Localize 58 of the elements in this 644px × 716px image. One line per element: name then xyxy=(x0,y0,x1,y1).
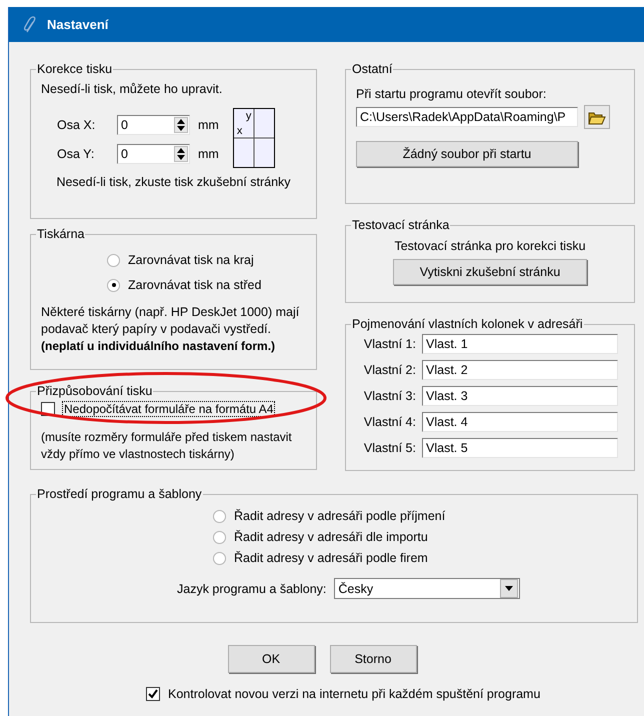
group-title: Prostředí programu a šablony xyxy=(36,487,203,501)
open-folder-icon xyxy=(588,110,606,124)
spinner-arrows-icon[interactable] xyxy=(174,117,188,133)
group-title: Testovací stránka xyxy=(351,218,450,232)
language-select[interactable]: Česky xyxy=(334,578,520,599)
column-name-field[interactable]: Vlast. 2 xyxy=(422,360,618,380)
group-title: Ostatní xyxy=(351,62,394,76)
language-label: Jazyk programu a šablony: xyxy=(177,582,326,596)
print-test-button[interactable]: Vytiskni zkušební stránku xyxy=(393,259,587,285)
column-name-field[interactable]: Vlast. 4 xyxy=(422,412,618,432)
checkbox-label: Nedopočítávat formuláře na formátu A4 xyxy=(63,402,274,416)
radio-label: Řadit adresy v adresáři dle importu xyxy=(234,530,428,544)
radio-label: Řadit adresy v adresáři podle příjmení xyxy=(234,509,446,523)
unit-label: mm xyxy=(198,147,219,161)
column-name-field[interactable]: Vlast. 5 xyxy=(422,438,618,458)
printer-note: Některé tiskárny (např. HP DeskJet 1000) mají podavač který papíry v podavači vystředí. xyxy=(41,304,300,338)
radio-button[interactable] xyxy=(213,530,226,544)
axis-label: Osa Y: xyxy=(57,147,96,161)
spin-field[interactable]: 0 xyxy=(117,144,190,164)
column-label: Vlastní 4: xyxy=(362,415,416,429)
column-name-field[interactable]: Vlast. 1 xyxy=(422,334,618,354)
group-title: Pojmenování vlastních kolonek v adresáři xyxy=(351,317,584,331)
printer-note-bold: (neplatí u individuálního nastavení form.) xyxy=(41,338,276,355)
radio-button[interactable] xyxy=(213,552,226,564)
column-label: Vlastní 3: xyxy=(362,389,416,403)
column-label: Vlastní 2: xyxy=(362,363,416,377)
dialog-button[interactable]: OK xyxy=(228,645,314,673)
fitting-note: (musíte rozměry formuláře před tiskem nastavit vždy přímo ve vlastnostech tiskárny) xyxy=(41,429,293,463)
hint-text: Nesedí-li tisk, zkuste tisk zkušební stránky xyxy=(55,174,292,191)
column-name-field[interactable]: Vlast. 3 xyxy=(422,386,618,406)
dialog-button[interactable]: Storno xyxy=(330,645,416,673)
folder-button[interactable] xyxy=(584,105,610,129)
group-title: Přizpůsobování tisku xyxy=(36,384,154,398)
file-path-field[interactable]: C:\Users\Radek\AppData\Roaming\P xyxy=(356,107,578,127)
field-label: Při startu programu otevřít soubor: xyxy=(356,86,548,103)
radio-button[interactable] xyxy=(107,278,120,292)
window-title: Nastavení xyxy=(47,17,108,32)
radio-label: Řadit adresy v adresáři podle firem xyxy=(234,551,428,565)
test-page-text: Testovací stránka pro korekci tisku xyxy=(393,238,587,255)
axis-label: Osa X: xyxy=(57,118,96,132)
group-title: Korekce tisku xyxy=(36,62,114,76)
axis-x-label: x xyxy=(236,126,242,137)
paperclip-icon xyxy=(23,16,37,34)
column-label: Vlastní 1: xyxy=(362,337,416,351)
checkbox[interactable] xyxy=(146,687,160,701)
spin-field[interactable]: 0 xyxy=(117,115,190,135)
checkbox-label: Kontrolovat novou verzi na internetu při každém spuštění programu xyxy=(168,687,540,701)
axis-y-label: y xyxy=(246,111,252,122)
hint-text: Nesedí-li tisk, můžete ho upravit. xyxy=(41,81,224,98)
radio-label: Zarovnávat tisk na kraj xyxy=(128,253,254,267)
radio-button[interactable] xyxy=(107,254,120,266)
spinner-arrows-icon[interactable] xyxy=(174,146,188,162)
no-file-button[interactable]: Žádný soubor při startu xyxy=(356,141,578,167)
column-label: Vlastní 5: xyxy=(362,441,416,455)
group-title: Tiskárna xyxy=(36,227,86,241)
radio-button[interactable] xyxy=(213,510,226,522)
unit-label: mm xyxy=(198,118,219,132)
radio-label: Zarovnávat tisk na střed xyxy=(128,278,262,292)
